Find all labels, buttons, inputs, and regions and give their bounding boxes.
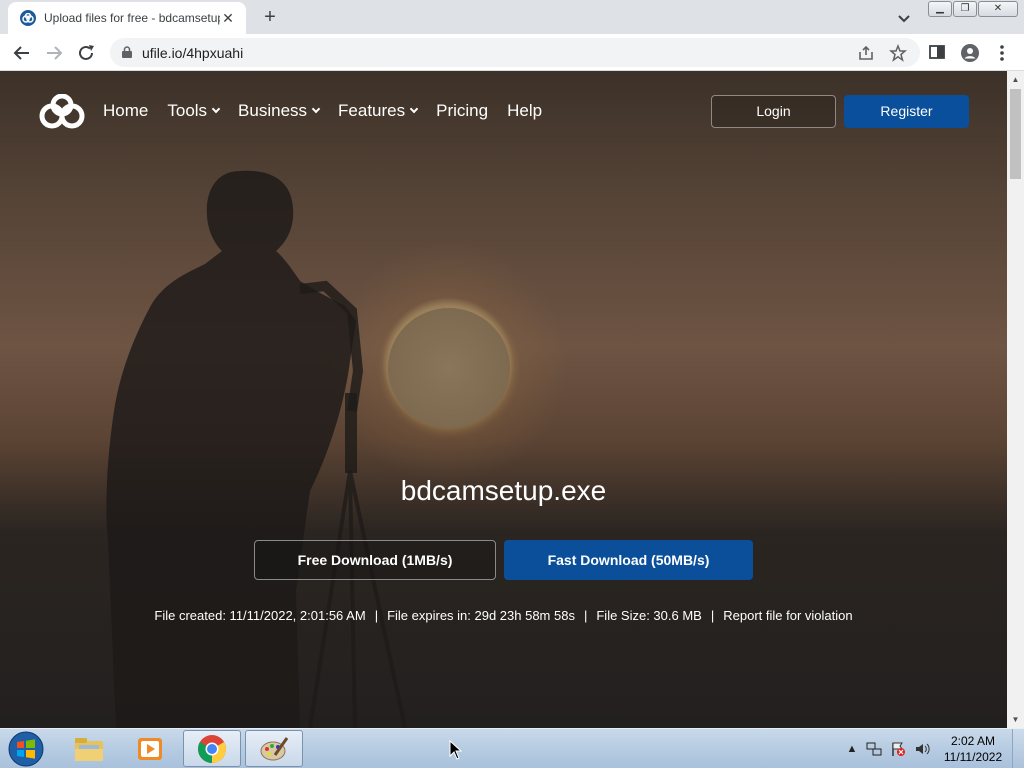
nav-home-label: Home: [103, 101, 149, 120]
separator: |: [374, 608, 379, 623]
new-tab-icon[interactable]: +: [258, 6, 282, 30]
nav-help-label: Help: [507, 101, 543, 120]
report-file-link[interactable]: Report file for violation: [723, 608, 852, 623]
url-text[interactable]: ufile.io/4hpxuahi: [142, 45, 243, 61]
tab-search-chevron-icon[interactable]: [894, 8, 914, 28]
free-download-button[interactable]: Free Download (1MB/s): [254, 540, 496, 580]
taskbar-paint[interactable]: [245, 730, 303, 767]
taskbar-media-player[interactable]: [121, 730, 179, 767]
show-hidden-icons-icon[interactable]: ▲: [844, 741, 860, 757]
share-icon[interactable]: [857, 44, 875, 62]
taskbar-windows-explorer[interactable]: [60, 730, 118, 767]
nav-business-label: Business: [238, 101, 308, 120]
tab-close-icon[interactable]: ✕: [220, 10, 236, 27]
nav-features[interactable]: Features: [338, 101, 419, 121]
show-desktop-button[interactable]: [1012, 729, 1024, 768]
nav-features-label: Features: [338, 101, 406, 120]
nav-tools[interactable]: Tools: [167, 101, 221, 121]
page-scrollbar[interactable]: ▲ ▼: [1007, 71, 1024, 728]
chevron-down-icon: [211, 104, 221, 114]
reload-icon[interactable]: [74, 41, 98, 65]
fast-download-button[interactable]: Fast Download (50MB/s): [504, 540, 753, 580]
browser-tab[interactable]: Upload files for free - bdcamsetup.exe -…: [8, 2, 246, 34]
chrome-icon: [198, 734, 226, 763]
media-player-icon: [138, 737, 162, 760]
scroll-up-icon[interactable]: ▲: [1011, 75, 1020, 84]
file-name: bdcamsetup.exe: [400, 475, 607, 506]
separator: |: [710, 608, 715, 623]
action-center-flag-icon[interactable]: [890, 741, 906, 757]
side-panel-icon[interactable]: [928, 43, 948, 63]
scroll-thumb[interactable]: [1010, 89, 1021, 179]
register-button[interactable]: Register: [844, 95, 969, 128]
nav-tools-label: Tools: [167, 101, 208, 120]
browser-toolbar: ufile.io/4hpxuahi: [0, 34, 1024, 71]
nav-pricing[interactable]: Pricing: [436, 101, 488, 121]
file-size: File Size: 30.6 MB: [596, 608, 702, 623]
nav-business[interactable]: Business: [238, 101, 321, 121]
ufile-logo-icon[interactable]: [38, 93, 86, 130]
back-icon[interactable]: [10, 41, 34, 65]
close-window-icon[interactable]: ✕: [978, 1, 1018, 17]
profile-avatar-icon[interactable]: [960, 43, 980, 63]
clock-time: 2:02 AM: [950, 734, 996, 748]
file-created: File created: 11/11/2022, 2:01:56 AM: [154, 608, 366, 623]
ufile-favicon-icon: [20, 10, 36, 26]
folder-icon: [75, 737, 103, 761]
start-button-icon[interactable]: [6, 730, 46, 768]
minimize-icon[interactable]: ▁: [928, 1, 952, 17]
chrome-menu-icon[interactable]: [994, 43, 1014, 63]
browser-tab-strip: Upload files for free - bdcamsetup.exe -…: [0, 0, 1024, 34]
file-expires: File expires in: 29d 23h 58m 58s: [387, 608, 575, 623]
windows-taskbar: ▲ 2:02 AM 11/11/2022: [0, 728, 1024, 768]
file-meta: File created: 11/11/2022, 2:01:56 AM | Fil…: [0, 608, 1007, 623]
tab-title: Upload files for free - bdcamsetup.exe -…: [44, 11, 220, 25]
network-icon[interactable]: [866, 741, 882, 757]
chevron-down-icon: [311, 104, 321, 114]
paint-palette-icon: [260, 736, 289, 760]
bookmark-star-icon[interactable]: [889, 43, 907, 62]
nav-help[interactable]: Help: [507, 101, 542, 121]
main-nav: Home Tools Business Features Pricing Hel…: [103, 101, 561, 121]
forward-icon[interactable]: [42, 41, 66, 65]
nav-pricing-label: Pricing: [436, 101, 489, 120]
restore-icon[interactable]: ❐: [953, 1, 977, 17]
clock-date: 11/11/2022: [943, 750, 1003, 764]
hero-photographer-silhouette: [106, 170, 407, 728]
page-hero: Home Tools Business Features Pricing Hel…: [0, 71, 1007, 728]
taskbar-google-chrome[interactable]: [183, 730, 241, 767]
mouse-cursor-icon: [449, 740, 463, 760]
address-bar[interactable]: ufile.io/4hpxuahi: [110, 38, 920, 67]
lock-icon[interactable]: [122, 46, 132, 58]
volume-icon[interactable]: [914, 741, 930, 757]
nav-home[interactable]: Home: [103, 101, 148, 121]
login-button[interactable]: Login: [711, 95, 836, 128]
system-clock[interactable]: 2:02 AM 11/11/2022: [940, 733, 1006, 765]
scroll-down-icon[interactable]: ▼: [1011, 715, 1020, 724]
chevron-down-icon: [409, 104, 419, 114]
separator: |: [583, 608, 588, 623]
